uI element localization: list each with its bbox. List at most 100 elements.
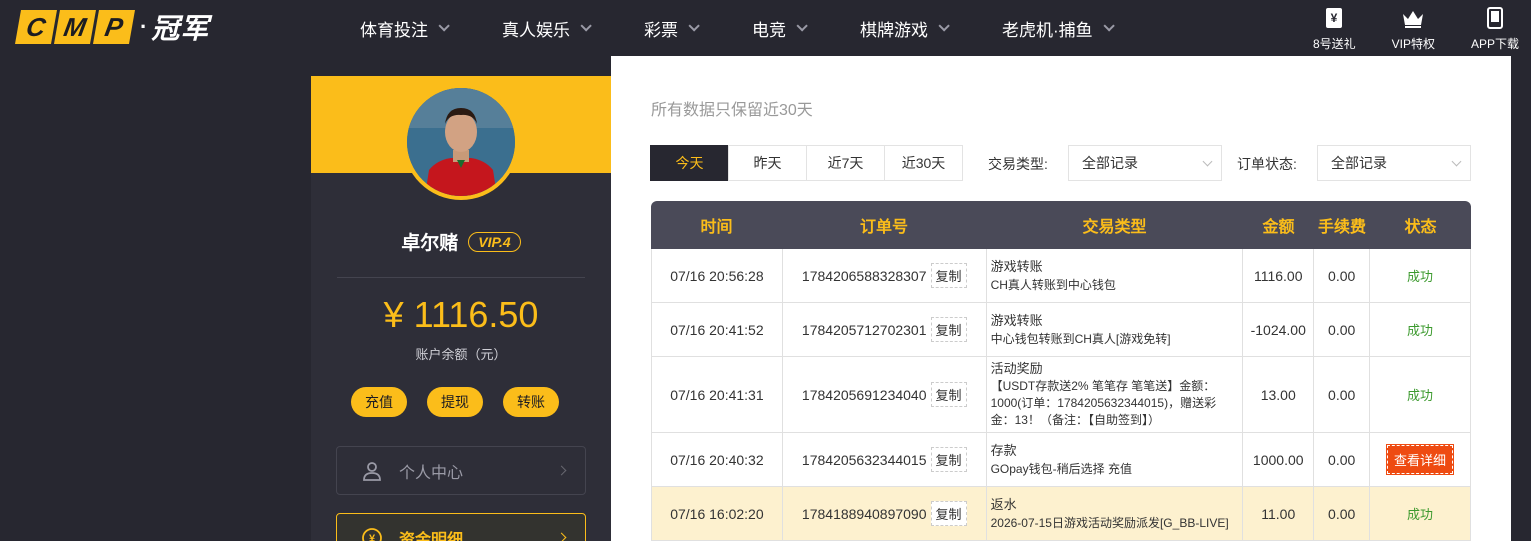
chevron-down-icon: [1451, 156, 1462, 167]
table-row: 07/16 20:41:31 1784205691234040 复制 活动奖励 【U…: [651, 357, 1471, 433]
wallet-actions: 充值 提现 转账: [351, 387, 559, 417]
type-title: 游戏转账: [990, 258, 1043, 274]
logo-dot: ·: [140, 14, 148, 39]
type-cell: 存款 GOpay钱包-稍后选择 充值: [987, 433, 1244, 486]
logo-letter: M: [54, 10, 96, 44]
transaction-type-select[interactable]: 全部记录: [1068, 145, 1222, 181]
amount-cell: -1024.00: [1243, 303, 1315, 356]
order-status-select[interactable]: 全部记录: [1317, 145, 1471, 181]
transaction-type-value: 全部记录: [1082, 155, 1138, 171]
top-navbar: C M P · 冠军 体育投注 真人娱乐 彩票 电竞 棋牌游戏 老虎机·捕鱼 ¥…: [0, 0, 1531, 56]
tab-last-30-days[interactable]: 近30天: [884, 145, 963, 181]
balance-label: 账户余额（元）: [415, 347, 507, 362]
sidebar-item-personal-center[interactable]: 个人中心: [336, 446, 586, 495]
copy-button[interactable]: 复制: [930, 263, 967, 288]
nav-label: 体育投注: [360, 20, 428, 40]
table-header: 时间 订单号 交易类型 金额 手续费 状态: [651, 201, 1471, 249]
logo-text: 冠军: [151, 13, 210, 44]
type-desc: 2026-07-15日游戏活动奖励派发[G_BB-LIVE]: [990, 515, 1229, 530]
type-title: 游戏转账: [990, 312, 1043, 328]
nav-item-slots-fishing[interactable]: 老虎机·捕鱼: [1002, 16, 1115, 41]
copy-button[interactable]: 复制: [930, 317, 967, 342]
nav-label: 电竞: [752, 20, 786, 40]
view-details-button[interactable]: 查看详细: [1386, 444, 1455, 475]
sidebar-item-label: 资金明细: [399, 531, 464, 541]
svg-text:¥: ¥: [369, 533, 376, 541]
status-badge: 成功: [1407, 323, 1434, 338]
type-cell: 游戏转账 CH真人转账到中心钱包: [987, 249, 1244, 302]
column-header: 状态: [1404, 219, 1437, 236]
nav-label: 彩票: [644, 20, 678, 40]
amount-cell: 1116.00: [1243, 249, 1315, 302]
status-cell: 成功: [1370, 357, 1471, 432]
order-number: 1784205632344015: [801, 451, 927, 468]
fee-cell: 0.00: [1314, 249, 1371, 302]
nav-item-live-casino[interactable]: 真人娱乐: [502, 16, 592, 41]
fee-cell: 0.00: [1314, 433, 1371, 486]
type-desc: 中心钱包转账到CH真人[游戏免转]: [990, 331, 1171, 346]
withdraw-button[interactable]: 提现: [427, 387, 483, 417]
time-cell: 07/16 20:56:28: [652, 249, 783, 302]
vip-badge[interactable]: VIP.4: [468, 231, 521, 252]
order-number: 1784205712702301: [801, 321, 927, 338]
type-cell: 活动奖励 【USDT存款送2% 笔笔存 笔笔送】金额：1000(订单：178420…: [987, 357, 1244, 432]
user-icon: [361, 460, 383, 482]
order-number: 1784206588328307: [801, 267, 927, 284]
order-status-value: 全部记录: [1331, 155, 1387, 171]
nav-item-esports[interactable]: 电竞: [752, 16, 808, 41]
nav-item-card-games[interactable]: 棋牌游戏: [860, 16, 950, 41]
chevron-down-icon: [938, 20, 950, 32]
status-cell: 成功: [1370, 487, 1471, 540]
amount-cell: 13.00: [1243, 357, 1315, 432]
transfer-button[interactable]: 转账: [503, 387, 559, 417]
tab-yesterday[interactable]: 昨天: [728, 145, 807, 181]
app-download-label: APP下载: [1470, 37, 1519, 51]
gift-link[interactable]: ¥ 8号送礼: [1313, 6, 1356, 52]
order-number: 1784188940897090: [801, 505, 927, 522]
vip-link[interactable]: VIP特权: [1392, 6, 1435, 52]
order-cell: 1784205712702301 复制: [783, 303, 987, 356]
avatar[interactable]: [403, 84, 519, 200]
vip-link-label: VIP特权: [1391, 37, 1435, 51]
sidebar-item-fund-details[interactable]: ¥ 资金明细: [336, 513, 586, 541]
status-cell: 查看详细: [1370, 433, 1471, 486]
logo-letter: C: [15, 10, 57, 44]
transactions-table: 时间 订单号 交易类型 金额 手续费 状态 07/16 20:56:28 178…: [651, 201, 1471, 541]
nav-label: 棋牌游戏: [860, 20, 928, 40]
copy-button[interactable]: 复制: [930, 501, 967, 526]
deposit-button[interactable]: 充值: [351, 387, 407, 417]
time-cell: 07/16 20:41:52: [652, 303, 783, 356]
copy-button[interactable]: 复制: [930, 447, 967, 472]
copy-button[interactable]: 复制: [930, 382, 967, 407]
status-badge: 成功: [1407, 388, 1434, 403]
app-download-link[interactable]: APP下载: [1471, 6, 1519, 52]
gift-link-label: 8号送礼: [1312, 37, 1356, 51]
type-title: 存款: [990, 442, 1017, 458]
tab-last-7-days[interactable]: 近7天: [806, 145, 885, 181]
status-badge: 成功: [1407, 507, 1434, 522]
tab-today[interactable]: 今天: [650, 145, 729, 181]
table-row: 07/16 20:41:52 1784205712702301 复制 游戏转账中心…: [651, 303, 1471, 357]
column-header: 手续费: [1317, 219, 1366, 236]
time-cell: 07/16 20:40:32: [652, 433, 783, 486]
fee-cell: 0.00: [1314, 357, 1371, 432]
date-range-tabs: 今天 昨天 近7天 近30天: [650, 145, 963, 181]
time-cell: 07/16 16:02:20: [652, 487, 783, 540]
table-row: 07/16 20:40:32 1784205632344015 复制 存款 GOpa…: [651, 433, 1471, 487]
nav-item-sports[interactable]: 体育投注: [360, 16, 450, 41]
header-icon-group: ¥ 8号送礼 VIP特权 APP下载: [1313, 6, 1519, 52]
chevron-right-icon: [556, 532, 567, 541]
order-cell: 1784205632344015 复制: [783, 433, 987, 486]
chevron-down-icon: [438, 20, 450, 32]
data-retention-note: 所有数据只保留近30天: [651, 102, 813, 119]
order-number: 1784205691234040: [801, 386, 927, 403]
column-header: 订单号: [859, 219, 908, 236]
balance-amount: ¥ 1116.50: [383, 294, 539, 335]
column-header: 金额: [1262, 219, 1295, 236]
type-title: 返水: [990, 496, 1017, 512]
amount-cell: 1000.00: [1243, 433, 1315, 486]
order-status-label: 订单状态:: [1237, 156, 1297, 172]
site-logo[interactable]: C M P · 冠军: [15, 9, 210, 45]
type-desc: 【USDT存款送2% 笔笔存 笔笔送】金额：1000(订单：1784205632…: [990, 379, 1217, 427]
nav-item-lottery[interactable]: 彩票: [644, 16, 700, 41]
